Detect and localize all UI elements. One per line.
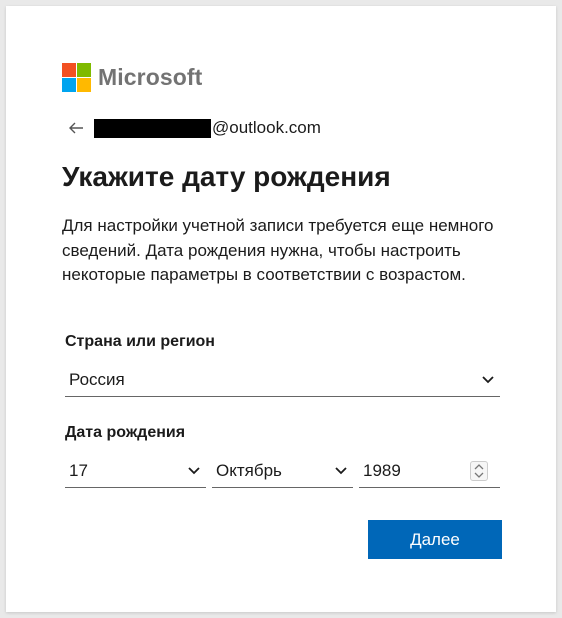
country-select-value: Россия [69,369,125,389]
redacted-username [94,118,211,138]
back-arrow-icon[interactable] [66,118,86,138]
year-input-value: 1989 [363,460,401,480]
chevron-down-icon [482,375,494,383]
year-spinner[interactable] [470,460,488,481]
day-select[interactable]: 17 [65,454,206,488]
year-input[interactable]: 1989 [359,454,500,488]
birthdate-label: Дата рождения [65,424,186,441]
country-select[interactable]: Россия [65,363,500,397]
microsoft-wordmark: Microsoft [98,64,203,90]
microsoft-logo-grid-icon [62,63,91,92]
country-label: Страна или регион [65,333,215,350]
identity-banner: @outlook.com [66,118,321,138]
page-title: Укажите дату рождения [62,161,391,192]
spinner-down-icon[interactable] [474,472,484,478]
month-select-value: Октябрь [216,460,282,480]
page-description: Для настройки учетной записи требуется е… [62,216,494,284]
month-select[interactable]: Октябрь [212,454,353,488]
spinner-up-icon[interactable] [474,463,484,470]
email-suffix: @outlook.com [212,118,321,137]
microsoft-logo: Microsoft [62,63,202,92]
chevron-down-icon [188,466,200,474]
day-select-value: 17 [69,460,88,480]
chevron-down-icon [335,466,347,474]
signup-card: Microsoft @outlook.com Укажите дату рожд… [6,6,556,612]
next-button[interactable]: Далее [368,520,502,559]
